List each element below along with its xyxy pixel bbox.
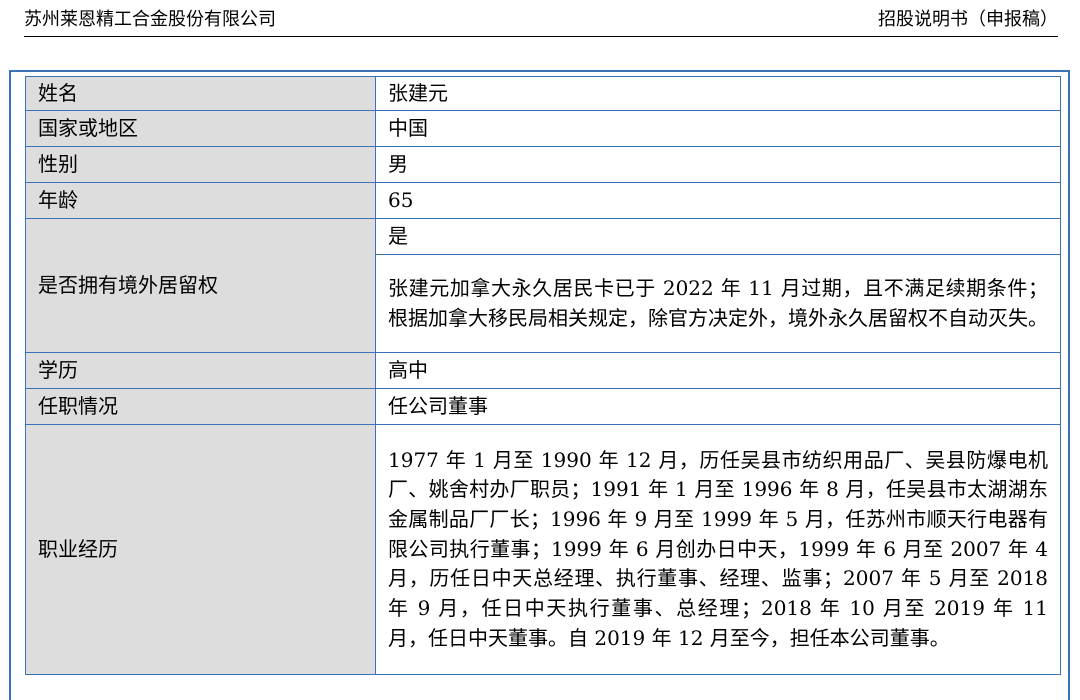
field-value-overseas-residency-note: 张建元加拿大永久居民卡已于 2022 年 11 月过期，且不满足续期条件；根据加…: [375, 254, 1061, 353]
field-value-age: 65: [375, 182, 1061, 219]
field-label-name: 姓名: [25, 76, 376, 111]
field-label-overseas-residency: 是否拥有境外居留权: [25, 218, 376, 353]
field-value-education: 高中: [375, 352, 1061, 389]
table-row: 姓名 张建元: [25, 76, 1061, 111]
table-row: 学历 高中: [25, 352, 1061, 389]
field-label-position: 任职情况: [25, 388, 376, 425]
field-value-position: 任公司董事: [375, 388, 1061, 425]
table-row: 年龄 65: [25, 182, 1061, 219]
field-value-overseas-residency: 是: [375, 218, 1061, 255]
field-value-country: 中国: [375, 110, 1061, 147]
field-value-name: 张建元: [375, 76, 1061, 111]
field-label-age: 年龄: [25, 182, 376, 219]
table-row: 是否拥有境外居留权 是: [25, 218, 1061, 353]
document-type: 招股说明书（申报稿）: [878, 9, 1058, 30]
director-info-table: 姓名 张建元 国家或地区 中国 性别 男 年龄 65 是否拥有境外居留权 是 张…: [25, 76, 1061, 675]
table-row: 任职情况 任公司董事: [25, 388, 1061, 425]
company-name: 苏州莱恩精工合金股份有限公司: [24, 9, 276, 30]
field-value-career-history: 1977 年 1 月至 1990 年 12 月，历任吴县市纺织用品厂、吴县防爆电…: [375, 424, 1061, 675]
field-label-country: 国家或地区: [25, 110, 376, 147]
field-value-gender: 男: [375, 146, 1061, 183]
table-row: 职业经历 1977 年 1 月至 1990 年 12 月，历任吴县市纺织用品厂、…: [25, 424, 1061, 675]
field-label-career-history: 职业经历: [25, 424, 376, 675]
field-label-education: 学历: [25, 352, 376, 389]
field-label-gender: 性别: [25, 146, 376, 183]
table-row: 国家或地区 中国: [25, 110, 1061, 147]
table-row: 性别 男: [25, 146, 1061, 183]
page-header: 苏州莱恩精工合金股份有限公司 招股说明书（申报稿）: [24, 0, 1058, 37]
